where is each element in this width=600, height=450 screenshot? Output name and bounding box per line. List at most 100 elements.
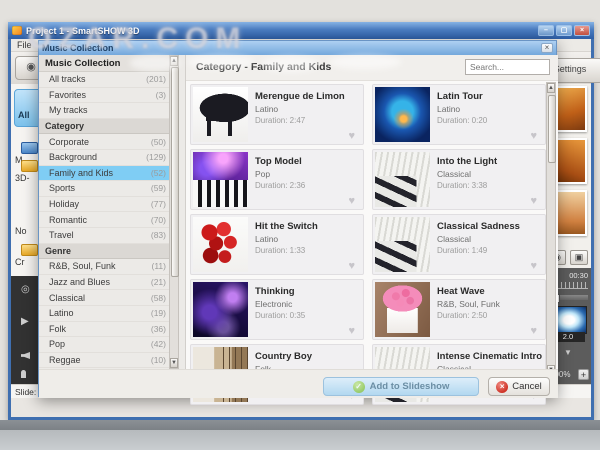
sidebar-item-romantic[interactable]: Romantic(70) [39,212,169,228]
sidebar-label: My tracks [39,105,88,115]
track-title: Latin Tour [437,91,483,102]
track-genre: Classical [437,169,471,179]
sidebar-item-holiday[interactable]: Holiday(77) [39,197,169,213]
track-count: (129) [146,152,169,162]
track-title: Thinking [255,286,295,297]
sidebar-item-fragment[interactable]: Cr [15,244,38,267]
folder-icon [21,244,38,256]
sidebar-item-classical[interactable]: Classical(58) [39,290,169,306]
search-input[interactable] [465,59,550,75]
sidebar-item-corporate[interactable]: Corporate(50) [39,134,169,150]
sidebar-label: Family and Kids [39,168,113,178]
scroll-down-icon[interactable]: ▼ [170,358,178,368]
app-titlebar[interactable]: Project 1 - SmartSHOW 3D – ▢ × [8,22,594,39]
scrollbar-thumb[interactable] [548,95,556,163]
sidebar-item-jazz-and-blues[interactable]: Jazz and Blues(21) [39,275,169,291]
sidebar-item-fragment[interactable]: 3D- [15,160,38,183]
sidebar-item-pop[interactable]: Pop(42) [39,337,169,353]
sidebar-item-latino[interactable]: Latino(19) [39,306,169,322]
track-count: (70) [151,215,169,225]
sidebar-item-r-b-soul-funk[interactable]: R&B, Soul, Funk(11) [39,259,169,275]
track-count: (50) [151,137,169,147]
track-card[interactable]: Heat WaveR&B, Soul, FunkDuration: 2:50♥ [372,279,546,340]
track-card[interactable]: Into the LightClassicalDuration: 3:38♥ [372,149,546,210]
sidebar-item-reggae[interactable]: Reggae (10) [39,353,169,369]
close-button[interactable]: × [574,25,590,36]
sidebar-item-background[interactable]: Background(129) [39,150,169,166]
mic-icon[interactable] [21,370,26,378]
cancel-label: Cancel [512,381,542,392]
sidebar-label: Folk [39,324,66,334]
sidebar-scrollbar[interactable]: ▲ ▼ [169,55,179,369]
sidebar-section: Genre [39,244,169,260]
sidebar-item-all-tracks[interactable]: All tracks(201) [39,72,169,88]
sidebar-label: Category [39,121,84,131]
desktop: Project 1 - SmartSHOW 3D – ▢ × File Edit… [0,0,600,450]
menu-file[interactable]: File [17,40,32,50]
tracks-scrollbar[interactable]: ▲ ▼ [546,82,556,376]
add-to-slideshow-button[interactable]: ✓ Add to Slideshow [323,377,479,396]
heart-icon[interactable]: ♥ [348,195,355,207]
sidebar-item-travel[interactable]: Travel(83) [39,228,169,244]
zoom-in-button[interactable]: + [578,369,589,380]
track-count: (10) [151,355,169,365]
category-title: Category - Family and Kids [196,61,331,73]
add-to-slideshow-label: Add to Slideshow [370,381,450,392]
folder-icon [21,160,38,172]
sidebar-item-label: No [15,226,27,236]
sidebar-header: Music Collection [39,55,169,72]
minimize-button[interactable]: – [538,25,554,36]
sidebar-item-family-and-kids[interactable]: Family and Kids (52) [39,166,169,182]
sidebar-label: Travel [39,230,74,240]
heart-icon[interactable]: ♥ [530,260,537,272]
sidebar-label: Jazz and Blues [39,277,110,287]
frame-icon[interactable]: ▣ [570,250,588,265]
track-duration: Duration: 0:20 [437,116,487,125]
scrollbar-thumb[interactable] [171,67,179,277]
content-header: Category - Family and Kids [186,55,558,81]
track-card[interactable]: ThinkingElectronicDuration: 0:35♥ [190,279,364,340]
track-card[interactable]: Top ModelPopDuration: 2:36♥ [190,149,364,210]
sidebar-label: R&B, Soul, Funk [39,261,116,271]
pink-roses-thumbnail [375,282,430,337]
track-genre: Latino [255,234,278,244]
track-card[interactable]: Hit the SwitchLatinoDuration: 1:33♥ [190,214,364,275]
scroll-up-icon[interactable]: ▲ [547,83,555,93]
scroll-up-icon[interactable]: ▲ [170,56,178,66]
track-title: Into the Light [437,156,497,167]
sidebar-item-fragment[interactable]: No [15,226,27,236]
sidebar-item-my-tracks[interactable]: My tracks [39,103,169,119]
piano-sheet-thumbnail [375,217,430,272]
track-duration: Duration: 0:35 [255,311,305,320]
track-count: (52) [151,168,169,178]
sidebar-item-sports[interactable]: Sports(59) [39,181,169,197]
track-title: Merengue de Limon [255,91,345,102]
glowing-brain-thumbnail [375,87,430,142]
record-icon[interactable]: ◎ [21,284,30,295]
heart-icon[interactable]: ♥ [530,130,537,142]
track-card[interactable]: Classical SadnessClassicalDuration: 1:49… [372,214,546,275]
grand-piano-thumbnail [193,87,248,142]
sidebar-item-favorites[interactable]: Favorites(3) [39,88,169,104]
heart-icon[interactable]: ♥ [348,260,355,272]
dialog-titlebar[interactable]: Music Collection × [39,41,556,55]
speaker-icon[interactable] [21,352,30,359]
heart-icon[interactable]: ♥ [530,325,537,337]
play-icon[interactable]: ▶ [21,316,29,327]
heart-icon[interactable]: ♥ [348,130,355,142]
timeline-time: 00:30 [569,271,588,280]
sidebar-item-folk[interactable]: Folk(36) [39,322,169,338]
sidebar-label: Reggae [39,355,81,365]
track-card[interactable]: Merengue de LimonLatinoDuration: 2:47♥ [190,84,364,145]
heart-icon[interactable]: ♥ [530,195,537,207]
dialog-close-icon[interactable]: × [541,43,553,53]
maximize-button[interactable]: ▢ [556,25,572,36]
cancel-button[interactable]: × Cancel [488,377,550,396]
chevron-down-icon[interactable]: ▼ [564,348,572,357]
heart-icon[interactable]: ♥ [348,325,355,337]
track-title: Hit the Switch [255,221,318,232]
track-title: Classical Sadness [437,221,520,232]
track-genre: Latino [255,104,278,114]
track-card[interactable]: Latin TourLatinoDuration: 0:20♥ [372,84,546,145]
track-duration: Duration: 2:50 [437,311,487,320]
